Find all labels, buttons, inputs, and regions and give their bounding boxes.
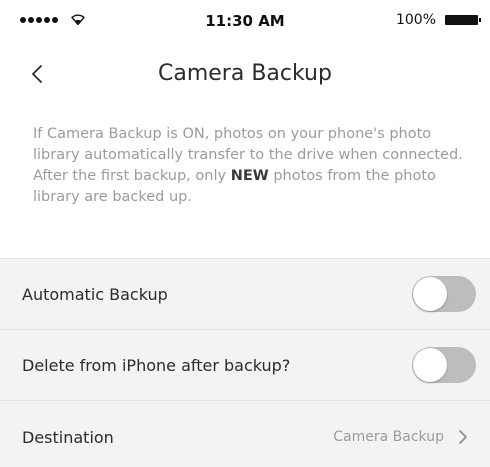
camera-backup-screen: 11:30 AM 100% Camera Backup If Camera Ba… xyxy=(0,0,490,467)
automatic-backup-row: Automatic Backup xyxy=(0,259,490,330)
chevron-right-icon xyxy=(459,430,467,444)
page-title: Camera Backup xyxy=(158,61,332,86)
status-bar: 11:30 AM 100% xyxy=(0,0,490,44)
toggle-knob xyxy=(413,348,447,382)
battery-percentage: 100% xyxy=(395,12,436,28)
destination-label: Destination xyxy=(22,427,114,447)
destination-row[interactable]: Destination Camera Backup xyxy=(0,401,490,467)
navigation-bar: Camera Backup xyxy=(0,44,490,104)
automatic-backup-toggle[interactable] xyxy=(412,276,476,312)
delete-after-backup-toggle[interactable] xyxy=(412,347,476,383)
delete-after-backup-label: Delete from iPhone after backup? xyxy=(22,355,291,375)
settings-list: Automatic Backup Delete from iPhone afte… xyxy=(0,258,490,467)
description-emphasis: NEW xyxy=(230,168,269,184)
automatic-backup-label: Automatic Backup xyxy=(22,284,168,304)
battery-icon xyxy=(445,15,481,25)
toggle-knob xyxy=(413,277,447,311)
backup-description: If Camera Backup is ON, photos on your p… xyxy=(33,124,465,208)
destination-value: Camera Backup xyxy=(333,429,444,445)
delete-after-backup-row: Delete from iPhone after backup? xyxy=(0,330,490,401)
